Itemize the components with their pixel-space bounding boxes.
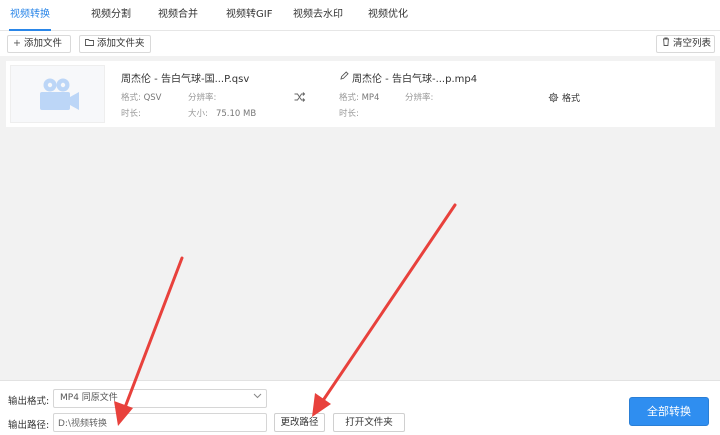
target-duration: 时长:	[339, 109, 359, 119]
gear-icon	[548, 92, 559, 103]
output-panel: 输出格式: MP4 同原文件 输出路径: 更改路径 打开文件夹 全部转换	[0, 380, 720, 435]
change-path-button[interactable]: 更改路径	[274, 413, 325, 432]
source-duration: 时长:	[121, 109, 141, 119]
tab-video-split[interactable]: 视频分割	[91, 0, 131, 31]
trash-icon	[662, 36, 670, 52]
clear-list-label: 清空列表	[673, 38, 712, 49]
output-path-label: 输出路径:	[8, 420, 50, 431]
plus-icon: +	[13, 38, 21, 49]
shuffle-icon	[294, 92, 306, 102]
target-resolution: 分辨率:	[405, 93, 434, 103]
open-folder-button[interactable]: 打开文件夹	[333, 413, 405, 432]
convert-all-button[interactable]: 全部转换	[629, 397, 709, 426]
clear-list-button[interactable]: 清空列表	[656, 35, 715, 53]
tab-video-optimize[interactable]: 视频优化	[368, 0, 408, 31]
pencil-icon[interactable]	[340, 71, 349, 80]
folder-icon	[85, 36, 94, 52]
tab-video-gif[interactable]: 视频转GIF	[226, 0, 272, 31]
add-file-label: 添加文件	[23, 38, 62, 49]
target-file-name: 周杰伦 - 告白气球-...p.mp4	[352, 74, 478, 85]
add-folder-label: 添加文件夹	[97, 38, 145, 49]
file-list: 周杰伦 - 告白气球-国...P.qsv 格式: QSV 分辨率: 时长: 大小…	[0, 56, 720, 380]
output-path-input[interactable]	[53, 413, 267, 432]
output-format-value: MP4 同原文件	[60, 393, 118, 403]
output-format-label: 输出格式:	[8, 396, 50, 407]
format-settings-label: 格式	[562, 94, 581, 104]
file-item[interactable]: 周杰伦 - 告白气球-国...P.qsv 格式: QSV 分辨率: 时长: 大小…	[6, 61, 715, 127]
source-file-name: 周杰伦 - 告白气球-国...P.qsv	[121, 74, 250, 85]
video-camera-icon	[40, 78, 79, 110]
tab-video-convert[interactable]: 视频转换	[9, 0, 51, 31]
source-size: 大小: 75.10 MB	[188, 109, 257, 119]
add-file-button[interactable]: + 添加文件	[7, 35, 71, 53]
target-format: 格式: MP4	[339, 93, 380, 103]
tab-bar: 视频转换 视频分割 视频合并 视频转GIF 视频去水印 视频优化	[0, 0, 720, 31]
source-format: 格式: QSV	[121, 93, 162, 103]
format-settings-button[interactable]: 格式	[548, 91, 580, 104]
chevron-down-icon	[253, 390, 262, 407]
tab-video-watermark[interactable]: 视频去水印	[293, 0, 343, 31]
video-thumbnail	[10, 65, 105, 123]
add-folder-button[interactable]: 添加文件夹	[79, 35, 151, 53]
source-resolution: 分辨率:	[188, 93, 217, 103]
toolbar: + 添加文件 添加文件夹 清空列表	[0, 31, 720, 56]
tab-video-merge[interactable]: 视频合并	[158, 0, 198, 31]
output-format-select[interactable]: MP4 同原文件	[53, 389, 267, 408]
